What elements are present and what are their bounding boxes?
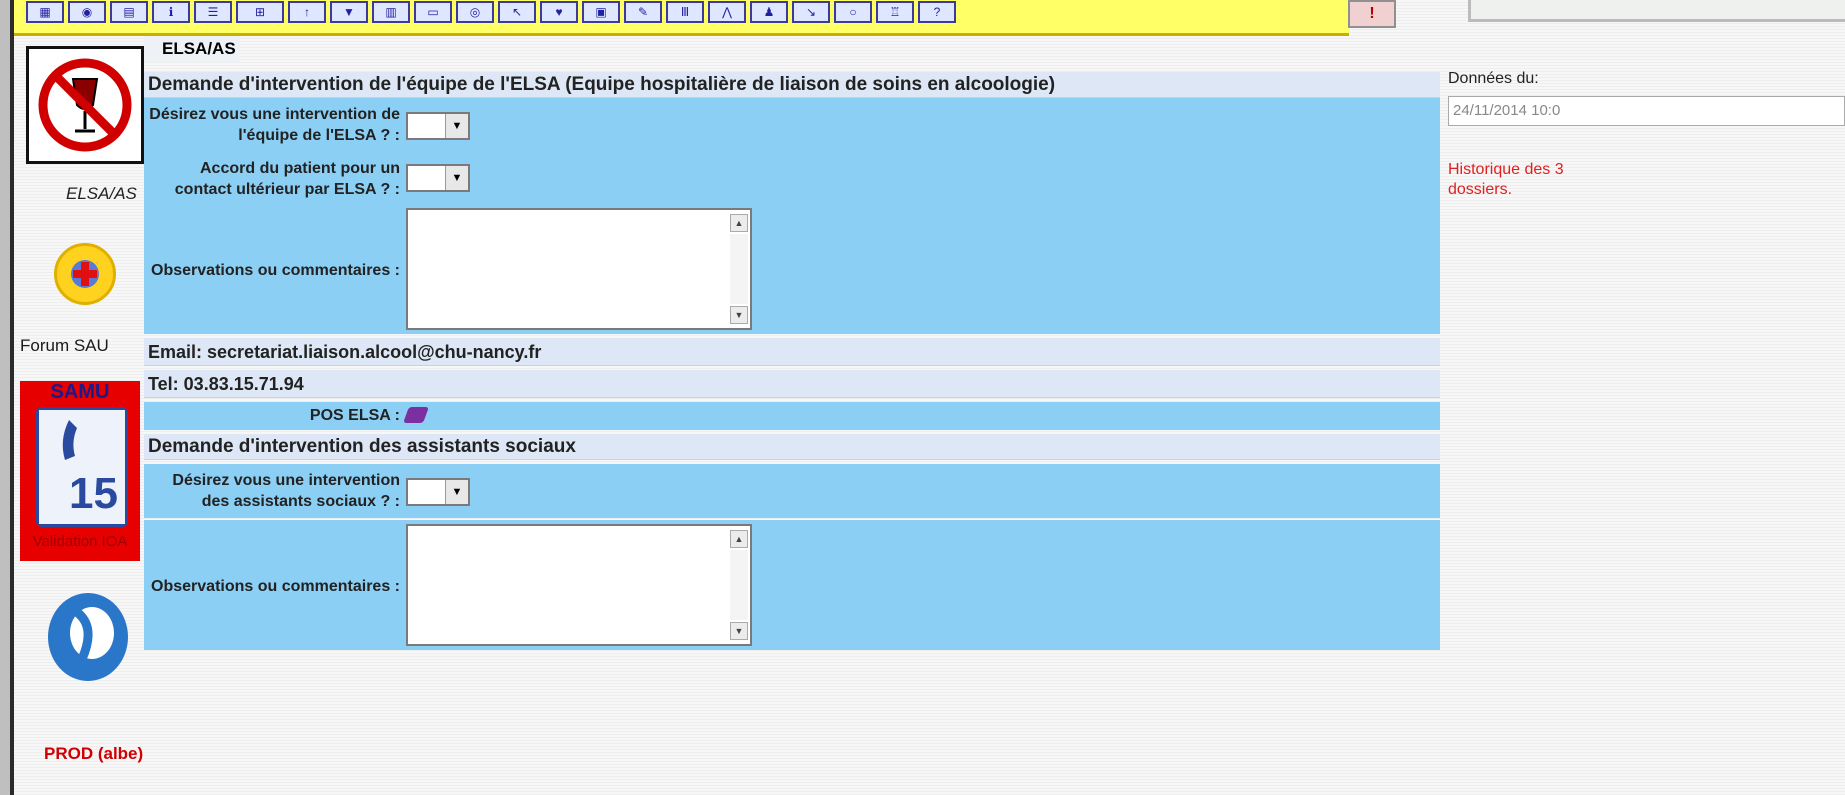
target-icon[interactable]: ◎ [456, 0, 494, 23]
alert-icon[interactable]: ! [1348, 0, 1396, 28]
elsa-section-header: Demande d'intervention de l'équipe de l'… [144, 72, 1440, 98]
chevron-down-icon[interactable]: ▼ [445, 114, 468, 138]
as-obs-row: Observations ou commentaires : ▲ ▼ [144, 520, 1440, 650]
forum-sau-label[interactable]: Forum SAU [20, 336, 109, 356]
toolbar: ▦ ◉ ▤ ℹ ☰ ⊞ ↑ ▼ ▥ ▭ ◎ ↖ ♥ ▣ ✎ Ⅲ ⋀ ♟ ↘ ○ … [14, 0, 1349, 36]
cursor-icon[interactable]: ↖ [498, 0, 536, 23]
phone-icon: 15 [36, 407, 128, 527]
scroll-up-icon[interactable]: ▲ [730, 530, 748, 548]
resurgences-logo-icon[interactable] [42, 579, 138, 699]
email-row: Email: secretariat.liaison.alcool@chu-na… [144, 338, 1440, 366]
as-q1-label: Désirez vous une intervention des assist… [172, 472, 400, 510]
help-icon[interactable]: ? [918, 0, 956, 23]
toolbar-right-panel [1468, 0, 1845, 22]
as-obs-label: Observations ou commentaires : [151, 578, 400, 595]
window-icon[interactable]: ▭ [414, 0, 452, 23]
cup-icon[interactable]: ♖ [876, 0, 914, 23]
as-q1-select[interactable]: ▼ [406, 478, 470, 506]
photo-icon[interactable]: ▣ [582, 0, 620, 23]
arrow-icon[interactable]: ↘ [792, 0, 830, 23]
barcode-icon[interactable]: Ⅲ [666, 0, 704, 23]
calendar-icon[interactable]: ▦ [26, 0, 64, 23]
pos-elsa-row: POS ELSA : [144, 402, 1440, 430]
elsa-obs-label: Observations ou commentaires : [151, 262, 400, 279]
elsa-as-label: ELSA/AS [66, 184, 137, 203]
elsa-q1-label: Désirez vous une intervention de l'équip… [149, 106, 400, 144]
no-alcohol-icon[interactable] [26, 46, 144, 164]
scroll-down-icon[interactable]: ▼ [730, 622, 748, 640]
elsa-q2-select[interactable]: ▼ [406, 164, 470, 192]
list-icon[interactable]: ☰ [194, 0, 232, 23]
samu-title: SAMU [50, 381, 110, 403]
graph-icon[interactable]: ⋀ [708, 0, 746, 23]
samu-button[interactable]: SAMU 15 Validation IOA [20, 381, 140, 561]
historique-link[interactable]: Historique des 3 dossiers. [1448, 160, 1568, 200]
elsa-obs-row: Observations ou commentaires : ▲ ▼ [144, 204, 1440, 334]
forum-sau-logo-icon[interactable] [54, 243, 116, 305]
marker-icon[interactable]: ▼ [330, 0, 368, 23]
info-icon[interactable]: ℹ [152, 0, 190, 23]
samu-validation-label: Validation IOA [32, 533, 128, 550]
as-section-header: Demande d'intervention des assistants so… [144, 434, 1440, 460]
samu-number: 15 [69, 469, 118, 518]
scrollbar-track[interactable] [730, 550, 748, 620]
as-obs-textarea[interactable]: ▲ ▼ [406, 524, 752, 646]
document-icon[interactable]: ▤ [110, 0, 148, 23]
circle-icon[interactable]: ○ [834, 0, 872, 23]
pin-icon[interactable]: ↑ [288, 0, 326, 23]
pos-elsa-label: POS ELSA : [309, 407, 400, 424]
tel-row: Tel: 03.83.15.71.94 [144, 370, 1440, 398]
person-icon[interactable]: ♟ [750, 0, 788, 23]
scroll-up-icon[interactable]: ▲ [730, 214, 748, 232]
heart-icon[interactable]: ♥ [540, 0, 578, 23]
scroll-down-icon[interactable]: ▼ [730, 306, 748, 324]
donnees-du-label: Données du: [1448, 70, 1539, 87]
scrollbar-track[interactable] [730, 234, 748, 304]
network-icon[interactable]: ⊞ [236, 0, 284, 23]
chart-icon[interactable]: ▥ [372, 0, 410, 23]
pencil-icon[interactable]: ✎ [624, 0, 662, 23]
book-icon[interactable] [403, 407, 429, 423]
elsa-q2-label: Accord du patient pour un contact ultéri… [174, 160, 400, 198]
tab-elsa-as[interactable]: ELSA/AS [144, 36, 240, 62]
eye-icon[interactable]: ◉ [68, 0, 106, 23]
prod-environment-label: PROD (albe) [44, 744, 144, 763]
elsa-q1-row: Désirez vous une intervention de l'équip… [144, 98, 1440, 154]
chevron-down-icon[interactable]: ▼ [445, 480, 468, 504]
donnees-du-field[interactable]: 24/11/2014 10:0 [1448, 96, 1845, 126]
elsa-obs-textarea[interactable]: ▲ ▼ [406, 208, 752, 330]
window-edge [0, 0, 10, 795]
elsa-q1-select[interactable]: ▼ [406, 112, 470, 140]
chevron-down-icon[interactable]: ▼ [445, 166, 468, 190]
elsa-q2-row: Accord du patient pour un contact ultéri… [144, 154, 1440, 204]
as-q1-row: Désirez vous une intervention des assist… [144, 464, 1440, 518]
